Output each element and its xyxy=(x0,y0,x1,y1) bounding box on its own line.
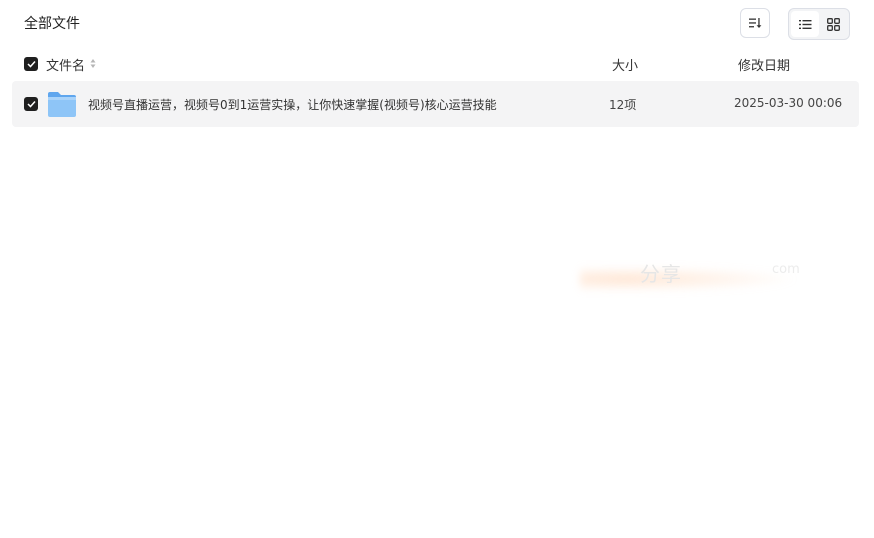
watermark: 分享 com xyxy=(580,258,820,294)
watermark-text: 分享 xyxy=(640,262,682,286)
folder-icon xyxy=(48,92,76,117)
file-size: 12项 xyxy=(609,98,637,112)
select-all-checkbox[interactable] xyxy=(24,57,38,71)
file-name[interactable]: 视频号直播运营，视频号0到1运营实操，让你快速掌握(视频号)核心运营技能 xyxy=(88,96,497,113)
column-name-header[interactable]: 文件名 xyxy=(46,55,85,74)
sort-button[interactable] xyxy=(740,8,770,38)
checkmark-icon xyxy=(26,60,36,68)
checkmark-icon xyxy=(26,100,36,108)
column-header: 文件名 大小 修改日期 xyxy=(24,54,858,74)
sort-icon xyxy=(749,18,762,28)
watermark-glow xyxy=(580,266,800,292)
view-toggle xyxy=(788,8,850,40)
grid-view-icon xyxy=(826,17,840,31)
file-browser: 全部文件 文件名 大小 修改日期 视频号直播运营，视频号0到1运营实操，让你快速… xyxy=(0,0,874,538)
table-row[interactable]: 视频号直播运营，视频号0到1运营实操，让你快速掌握(视频号)核心运营技能 12项… xyxy=(12,81,859,127)
column-date-header: 修改日期 xyxy=(738,59,791,74)
file-date: 2025-03-30 00:06 xyxy=(734,96,843,110)
page-title: 全部文件 xyxy=(24,16,80,32)
watermark-domain: com xyxy=(772,262,800,277)
list-view-icon xyxy=(798,19,811,29)
row-checkbox[interactable] xyxy=(24,97,38,111)
sort-caret-icon[interactable] xyxy=(90,58,96,69)
column-size-header: 大小 xyxy=(612,59,639,74)
grid-view-button[interactable] xyxy=(819,11,847,37)
list-view-button[interactable] xyxy=(791,11,819,37)
